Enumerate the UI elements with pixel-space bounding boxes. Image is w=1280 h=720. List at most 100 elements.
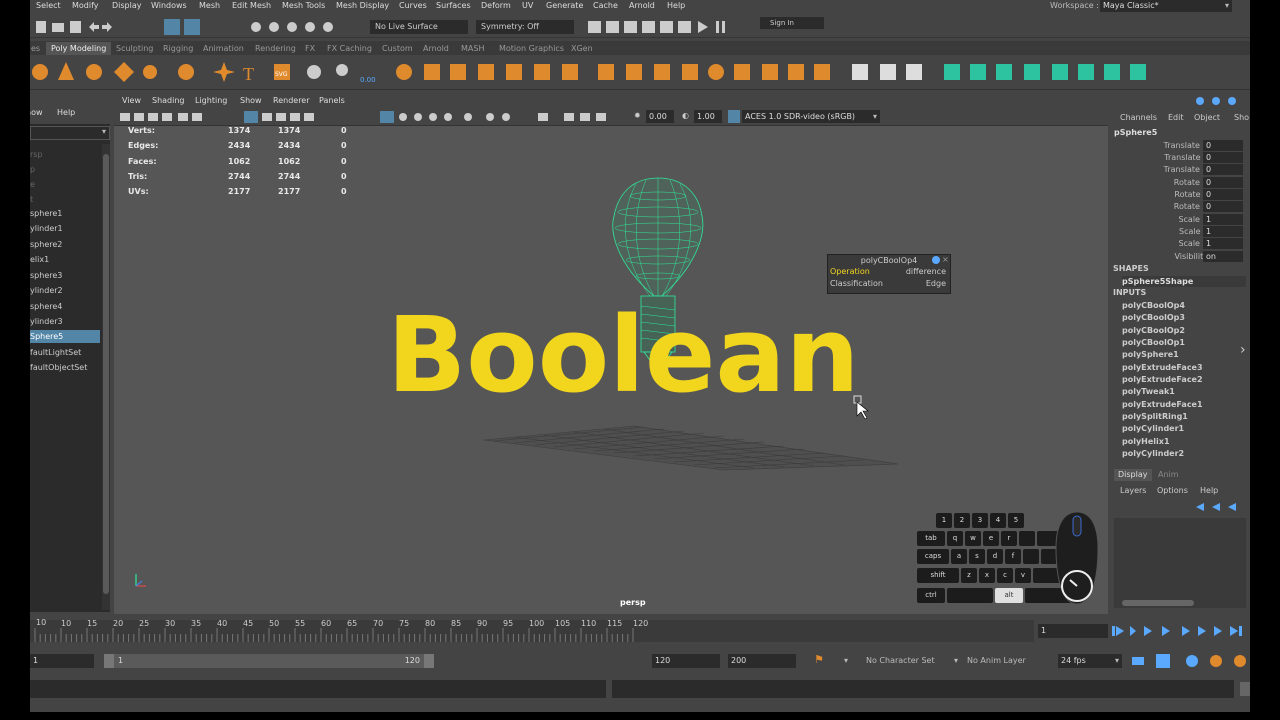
viewport-tool-icons[interactable] [118, 110, 618, 124]
outliner-item[interactable]: sphere3 [30, 269, 100, 282]
menu-cache[interactable]: Cache [593, 0, 618, 12]
cb-attr-value[interactable]: 1 [1203, 214, 1243, 225]
range-handle-start[interactable] [104, 654, 114, 668]
cb-input-item[interactable]: polyHelix1 [1122, 436, 1170, 448]
range-handle-end[interactable] [424, 654, 434, 668]
tab-display[interactable]: Display [1114, 469, 1152, 481]
vp-menu-view[interactable]: View [122, 96, 141, 105]
tab-rendering[interactable]: Rendering [250, 42, 301, 55]
tab-rigging[interactable]: Rigging [158, 42, 198, 55]
layer-list-scrollbar[interactable] [1122, 600, 1194, 606]
cb-input-item[interactable]: polyCylinder2 [1122, 448, 1184, 460]
channelbox-mode-icons[interactable] [1194, 95, 1248, 107]
start-time-field[interactable]: 1 [30, 654, 94, 668]
symmetry-dropdown[interactable]: Symmetry: Off [476, 20, 574, 34]
cb-menu-show[interactable]: Sho [1234, 113, 1249, 122]
cb-attr-value[interactable]: 1 [1203, 226, 1243, 237]
outliner-item[interactable]: faultLightSet [30, 346, 100, 359]
tab-sculpting[interactable]: Sculpting [111, 42, 158, 55]
cb-input-item[interactable]: polyCBoolOp1 [1122, 337, 1185, 349]
tab-anim[interactable]: Anim [1154, 469, 1183, 481]
menu-select[interactable]: Select [36, 0, 61, 12]
tab-xgen[interactable]: XGen [566, 42, 598, 55]
vp-menu-lighting[interactable]: Lighting [195, 96, 227, 105]
cb-input-item[interactable]: polyExtrudeFace1 [1122, 399, 1203, 411]
vp-menu-renderer[interactable]: Renderer [273, 96, 310, 105]
cb-shape-item[interactable]: pSphere5Shape [1122, 276, 1246, 287]
outliner-item[interactable]: elix1 [30, 253, 100, 266]
workspace-dropdown[interactable]: Maya Classic* ▾ [1100, 0, 1232, 12]
tab-curves-surfaces[interactable]: es [30, 42, 45, 55]
anim-end-field[interactable]: 200 [728, 654, 796, 668]
shelf-icons[interactable]: T SVG 0.00 [30, 56, 1170, 90]
outliner-item[interactable]: ylinder2 [30, 284, 100, 297]
vp-menu-shading[interactable]: Shading [152, 96, 185, 105]
cb-input-item[interactable]: polyTweak1 [1122, 386, 1175, 398]
menu-curves[interactable]: Curves [399, 0, 427, 12]
outliner-search-input[interactable]: ▾ [30, 126, 110, 140]
menu-windows[interactable]: Windows [151, 0, 187, 12]
outliner-menu-help[interactable]: Help [57, 108, 75, 117]
cb-attr-value[interactable]: 0 [1203, 189, 1243, 200]
outliner-item[interactable]: sphere2 [30, 238, 100, 251]
fps-dropdown[interactable]: 24 fps ▾ [1058, 654, 1122, 668]
menu-mesh-tools[interactable]: Mesh Tools [282, 0, 325, 12]
cb-input-item[interactable]: polyCBoolOp2 [1122, 325, 1185, 337]
cb-attr-value[interactable]: 1 [1203, 238, 1243, 249]
outliner-item[interactable]: sphere4 [30, 300, 100, 313]
close-icon[interactable]: × [942, 255, 949, 264]
layers-menu-help[interactable]: Help [1200, 486, 1218, 495]
outliner-item[interactable]: p [30, 163, 100, 176]
character-set-icon[interactable]: ⚑ [814, 653, 824, 666]
menu-mesh-display[interactable]: Mesh Display [336, 0, 389, 12]
current-frame-field[interactable]: 1 [1038, 624, 1108, 638]
cb-input-item[interactable]: polySphere1 [1122, 349, 1179, 361]
menu-display[interactable]: Display [112, 0, 142, 12]
tab-fx[interactable]: FX [300, 42, 320, 55]
cb-input-item[interactable]: polyCBoolOp3 [1122, 312, 1185, 324]
menu-deform[interactable]: Deform [481, 0, 511, 12]
time-slider[interactable]: 10 10 15 20 25 30 35 40 45 50 55 60 65 70 75 80 85 90 95 1… [30, 616, 1250, 644]
character-set-dropdown[interactable]: ▾ No Character Set [844, 654, 954, 668]
menu-uv[interactable]: UV [522, 0, 533, 12]
layer-list[interactable] [1114, 518, 1246, 608]
menu-help[interactable]: Help [667, 0, 685, 12]
cb-menu-channels[interactable]: Channels [1120, 113, 1157, 122]
mel-input[interactable] [30, 680, 606, 698]
vp-menu-show[interactable]: Show [240, 96, 262, 105]
tab-motion-graphics[interactable]: Motion Graphics [494, 42, 569, 55]
layers-menu-layers[interactable]: Layers [1120, 486, 1146, 495]
cb-attr-value[interactable]: 0 [1203, 152, 1243, 163]
menu-edit-mesh[interactable]: Edit Mesh [232, 0, 271, 12]
cb-input-item[interactable]: polyCBoolOp4 [1122, 300, 1185, 312]
exposure-field[interactable]: 0.00 [646, 110, 674, 123]
outliner-item[interactable]: t [30, 193, 100, 206]
layer-buttons[interactable] [1194, 501, 1246, 513]
cb-attr-value[interactable]: 0 [1203, 177, 1243, 188]
cb-attr-label[interactable]: Translate Z [1164, 164, 1208, 176]
outliner-scrollbar[interactable] [102, 144, 110, 610]
cb-attr-value[interactable]: 0 [1203, 140, 1243, 151]
range-slider-bar[interactable]: 1 120 [104, 654, 434, 668]
cb-input-item[interactable]: polyCylinder1 [1122, 423, 1184, 435]
outliner-item[interactable]: rsp [30, 148, 100, 161]
playback-controls[interactable] [1112, 624, 1250, 638]
cb-attr-value[interactable]: 0 [1203, 164, 1243, 175]
outliner-item[interactable]: ylinder1 [30, 222, 100, 235]
menu-generate[interactable]: Generate [546, 0, 583, 12]
outliner-item-selected[interactable]: Sphere5 [30, 330, 100, 343]
tab-custom[interactable]: Custom [377, 42, 418, 55]
tab-arnold[interactable]: Arnold [418, 42, 454, 55]
cb-attr-label[interactable]: Translate X [1164, 140, 1208, 152]
color-management-icon[interactable] [728, 110, 740, 123]
gamma-field[interactable]: 1.00 [694, 110, 722, 123]
outliner-item[interactable]: sphere1 [30, 207, 100, 220]
cb-attr-value[interactable]: on [1203, 251, 1243, 262]
tab-mash[interactable]: MASH [456, 42, 489, 55]
cb-attr-value[interactable]: 0 [1203, 201, 1243, 212]
outliner-item[interactable]: faultObjectSet [30, 361, 100, 374]
sign-in-button[interactable]: Sign In [760, 17, 824, 29]
cb-menu-edit[interactable]: Edit [1168, 113, 1184, 122]
cb-menu-object[interactable]: Object [1194, 113, 1220, 122]
cb-input-item[interactable]: polyExtrudeFace3 [1122, 362, 1203, 374]
